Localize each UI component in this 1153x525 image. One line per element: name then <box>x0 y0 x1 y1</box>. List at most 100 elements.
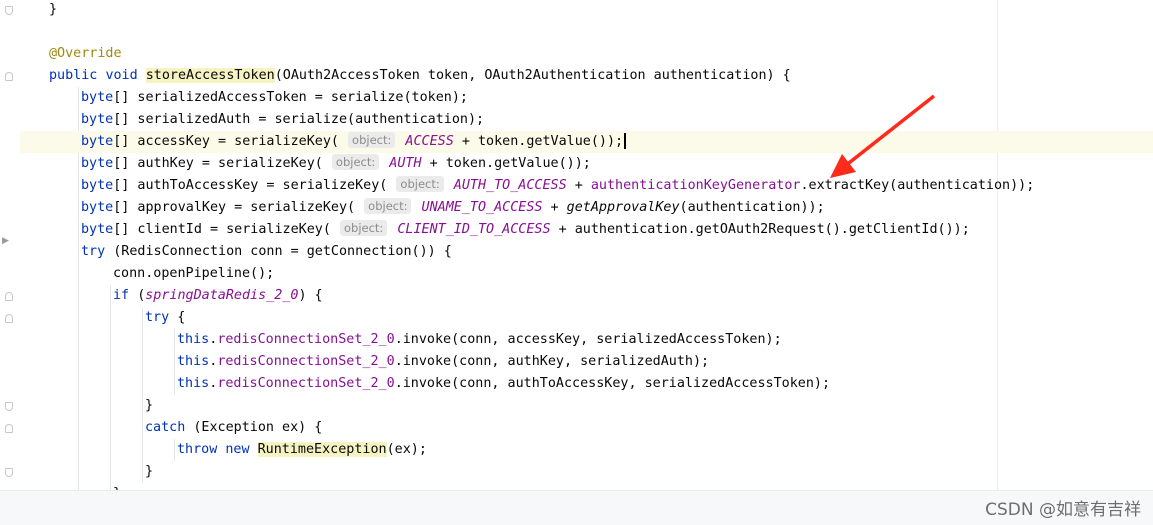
code-editor[interactable]: } @Override public void storeAccessToken(O… <box>20 0 1153 490</box>
code-token: .invoke(conn, authToAccessKey, serialize… <box>394 376 831 391</box>
parameter-hint: object: <box>396 176 444 192</box>
text-caret <box>624 133 626 149</box>
code-line[interactable]: catch (Exception ex) { <box>20 417 1153 439</box>
watermark-text: CSDN @如意有吉祥 <box>985 500 1141 520</box>
code-token: { <box>177 310 186 325</box>
fold-icon[interactable] <box>5 72 13 81</box>
code-token: redisConnectionSet_2_0 <box>217 354 395 369</box>
code-token: byte <box>81 90 114 105</box>
code-token: + authentication.getOAuth2Request().getC… <box>550 222 970 237</box>
code-token: } <box>49 2 58 17</box>
code-token: try <box>145 310 178 325</box>
code-token: getApprovalKey <box>566 200 680 215</box>
code-token: + token.getValue()); <box>453 134 624 149</box>
fold-icon[interactable] <box>5 424 13 433</box>
code-token: [] serializedAuth = serialize(authentica… <box>113 112 485 127</box>
code-token: UNAME_TO_ACCESS <box>413 200 543 215</box>
code-line[interactable]: byte[] authKey = serializeKey( object: A… <box>20 153 1153 175</box>
code-token: redisConnectionSet_2_0 <box>217 376 395 391</box>
parameter-hint: object: <box>348 132 396 148</box>
code-line[interactable]: @Override <box>20 43 1153 65</box>
code-token: byte <box>81 134 114 149</box>
editor-gutter[interactable]: ▶ <box>0 0 20 490</box>
status-bar: CSDN @如意有吉祥 <box>0 490 1153 525</box>
code-line[interactable]: public void storeAccessToken(OAuth2Acces… <box>20 65 1153 87</box>
code-line[interactable]: conn.openPipeline(); <box>20 263 1153 285</box>
code-token: conn.openPipeline(); <box>113 266 275 281</box>
fold-icon[interactable] <box>5 402 13 411</box>
code-line[interactable]: this.redisConnectionSet_2_0.invoke(conn,… <box>20 373 1153 395</box>
code-token: (ex); <box>386 442 427 457</box>
code-line[interactable] <box>20 21 1153 43</box>
code-token: throw <box>177 442 226 457</box>
code-token: byte <box>81 112 114 127</box>
code-line[interactable]: try { <box>20 307 1153 329</box>
code-token: .invoke(conn, accessKey, serializedAcces… <box>394 332 782 347</box>
code-line[interactable]: } <box>20 461 1153 483</box>
parameter-hint: object: <box>364 198 412 214</box>
code-line[interactable]: byte[] clientId = serializeKey( object: … <box>20 219 1153 241</box>
code-token: + <box>542 200 567 215</box>
code-line[interactable]: byte[] serializedAuth = serialize(authen… <box>20 109 1153 131</box>
code-line[interactable]: } <box>20 395 1153 417</box>
code-token: byte <box>81 156 114 171</box>
code-token: .extractKey(authentication)); <box>800 178 1035 193</box>
code-token: authenticationKeyGenerator <box>590 178 801 193</box>
code-line[interactable]: byte[] authToAccessKey = serializeKey( o… <box>20 175 1153 197</box>
code-line[interactable]: this.redisConnectionSet_2_0.invoke(conn,… <box>20 351 1153 373</box>
code-token: storeAccessToken <box>145 68 275 83</box>
code-token: + token.getValue()); <box>421 156 591 171</box>
code-token: [] accessKey = serializeKey( <box>113 134 348 149</box>
fold-icon[interactable] <box>5 292 13 301</box>
code-token: [] authToAccessKey = serializeKey( <box>113 178 396 193</box>
code-line[interactable]: } <box>20 483 1153 490</box>
code-token: void <box>105 68 146 83</box>
code-token: + <box>566 178 591 193</box>
code-token: new <box>225 442 258 457</box>
code-token: } <box>145 398 154 413</box>
code-token: @Override <box>49 46 122 61</box>
code-token: RuntimeException <box>257 442 387 457</box>
code-token: redisConnectionSet_2_0 <box>217 332 395 347</box>
code-token: .invoke(conn, authKey, serializedAuth); <box>394 354 710 369</box>
code-token: AUTH_TO_ACCESS <box>445 178 567 193</box>
breakpoint-arrow-icon: ▶ <box>2 236 9 246</box>
code-token: this <box>177 376 210 391</box>
code-token: ) { <box>298 288 323 303</box>
code-line[interactable]: } <box>20 0 1153 21</box>
code-token: byte <box>81 200 114 215</box>
code-token: [] serializedAccessToken = serialize(tok… <box>113 90 468 105</box>
code-token: catch <box>145 420 194 435</box>
code-token: (RedisConnection conn = getConnection())… <box>113 244 452 259</box>
code-token: (OAuth2AccessToken token, OAuth2Authenti… <box>274 68 791 83</box>
code-token: byte <box>81 178 114 193</box>
code-token: (Exception ex) { <box>193 420 323 435</box>
code-token: ACCESS <box>397 134 454 149</box>
code-token: public <box>49 68 106 83</box>
code-token: CLIENT_ID_TO_ACCESS <box>389 222 551 237</box>
code-token: AUTH <box>381 156 422 171</box>
code-token: this <box>177 354 210 369</box>
code-token: (authentication)); <box>679 200 825 215</box>
code-line[interactable]: byte[] serializedAccessToken = serialize… <box>20 87 1153 109</box>
code-line[interactable]: byte[] accessKey = serializeKey( object:… <box>20 131 1153 153</box>
code-token: [] clientId = serializeKey( <box>113 222 339 237</box>
code-line[interactable]: throw new RuntimeException(ex); <box>20 439 1153 461</box>
fold-icon[interactable] <box>5 468 13 477</box>
code-token: try <box>81 244 114 259</box>
code-line[interactable]: byte[] approvalKey = serializeKey( objec… <box>20 197 1153 219</box>
code-token: this <box>177 332 210 347</box>
parameter-hint: object: <box>339 220 388 236</box>
parameter-hint: object: <box>331 154 380 170</box>
code-token: [] authKey = serializeKey( <box>113 156 331 171</box>
code-token: springDataRedis_2_0 <box>145 288 299 303</box>
code-line[interactable]: if (springDataRedis_2_0) { <box>20 285 1153 307</box>
code-line[interactable]: this.redisConnectionSet_2_0.invoke(conn,… <box>20 329 1153 351</box>
code-token: byte <box>81 222 114 237</box>
code-token: [] approvalKey = serializeKey( <box>113 200 364 215</box>
code-token: } <box>145 464 154 479</box>
code-line[interactable]: try (RedisConnection conn = getConnectio… <box>20 241 1153 263</box>
fold-icon[interactable] <box>5 6 13 15</box>
code-token: if <box>113 288 138 303</box>
fold-icon[interactable] <box>5 314 13 323</box>
